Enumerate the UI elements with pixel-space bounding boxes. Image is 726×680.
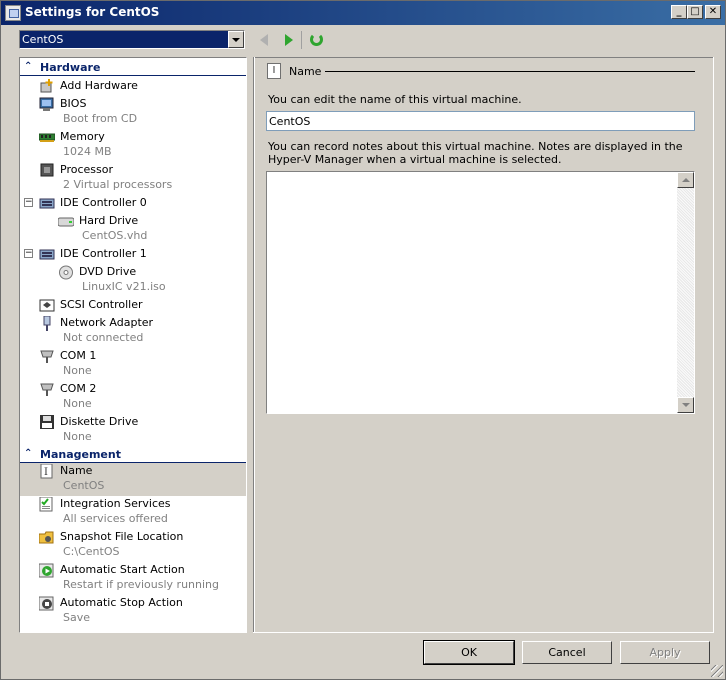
tree-item-com-2[interactable]: COM 2 None (20, 381, 246, 414)
hardware-section-header[interactable]: ⌃ Hardware (20, 60, 246, 76)
notes-scrollbar[interactable] (677, 172, 694, 413)
back-arrow-icon[interactable] (257, 32, 273, 48)
window-app-icon (5, 5, 21, 21)
start-action-icon (38, 563, 55, 578)
apply-button[interactable]: Apply (620, 641, 710, 664)
tree-item-name[interactable]: I Name CentOS (20, 463, 246, 496)
vm-selector-dropdown[interactable]: CentOS (19, 30, 245, 49)
tree-item-scsi-controller[interactable]: SCSI Controller (20, 297, 246, 315)
tree-item-memory[interactable]: Memory 1024 MB (20, 129, 246, 162)
detail-pane-border (253, 632, 714, 633)
tree-item-diskette-drive[interactable]: Diskette Drive None (20, 414, 246, 447)
tree-item-automatic-stop-action[interactable]: Automatic Stop Action Save (20, 595, 246, 628)
bios-icon (39, 97, 55, 112)
scsi-controller-icon (39, 298, 55, 313)
collapse-chevron-icon[interactable]: ⌃ (24, 61, 32, 72)
toolbar-separator (301, 31, 302, 49)
tree-item-automatic-start-action[interactable]: Automatic Start Action Restart if previo… (20, 562, 246, 595)
tree-item-network-adapter[interactable]: Network Adapter Not connected (20, 315, 246, 348)
scroll-up-icon[interactable] (677, 172, 694, 188)
ide-controller-icon (39, 196, 55, 211)
processor-icon (39, 163, 55, 178)
header-divider (325, 71, 695, 72)
vm-name-input[interactable] (266, 111, 695, 131)
detail-pane-border (253, 57, 714, 58)
chevron-down-icon[interactable] (228, 31, 244, 48)
tree-item-integration-services[interactable]: Integration Services All services offere… (20, 496, 246, 529)
stop-action-icon (38, 596, 55, 611)
collapse-chevron-icon[interactable]: ⌃ (24, 448, 32, 459)
resize-grip-icon[interactable] (711, 665, 723, 677)
refresh-icon[interactable] (309, 32, 325, 48)
tree-item-processor[interactable]: Processor 2 Virtual processors (20, 162, 246, 195)
notes-textarea[interactable] (266, 171, 695, 414)
settings-tree[interactable]: ⌃ Hardware Add Hardware BIOS Boot from C… (19, 57, 247, 633)
svg-text:I: I (44, 467, 48, 478)
detail-pane-border (254, 57, 255, 633)
name-hint-text: You can edit the name of this virtual ma… (268, 93, 522, 106)
tree-item-ide-controller-0[interactable]: − IDE Controller 0 (20, 195, 246, 213)
detail-pane-border (713, 57, 714, 633)
management-section-header[interactable]: ⌃ Management (20, 447, 246, 463)
tree-item-com-1[interactable]: COM 1 None (20, 348, 246, 381)
detail-header-title: Name (289, 65, 322, 78)
tree-item-bios[interactable]: BIOS Boot from CD (20, 96, 246, 129)
diskette-icon (39, 415, 55, 430)
name-icon: I (267, 63, 281, 79)
maximize-button[interactable]: □ (687, 5, 703, 19)
collapse-minus-icon[interactable]: − (24, 249, 33, 258)
collapse-minus-icon[interactable]: − (24, 198, 33, 207)
vm-selector-value: CentOS (22, 33, 64, 46)
ide-controller-icon (39, 247, 55, 262)
tree-item-snapshot-file-location[interactable]: Snapshot File Location C:\CentOS (20, 529, 246, 562)
hard-drive-icon (57, 214, 75, 229)
tree-item-ide-controller-1[interactable]: − IDE Controller 1 (20, 246, 246, 264)
window-title: Settings for CentOS (25, 5, 160, 19)
tree-item-hard-drive[interactable]: Hard Drive CentOS.vhd (20, 213, 246, 246)
snapshot-folder-icon (38, 530, 55, 545)
cancel-button[interactable]: Cancel (522, 641, 612, 664)
notes-hint-text: You can record notes about this virtual … (268, 140, 683, 166)
settings-window: Settings for CentOS _ □ ✕ CentOS ⌃ Hardw… (0, 0, 726, 680)
title-bar[interactable]: Settings for CentOS _ □ ✕ (1, 1, 725, 25)
add-hardware-icon (39, 79, 55, 94)
tree-item-add-hardware[interactable]: Add Hardware (20, 78, 246, 96)
close-button[interactable]: ✕ (705, 5, 721, 19)
name-icon: I (39, 463, 55, 479)
tree-item-dvd-drive[interactable]: DVD Drive LinuxIC v21.iso (20, 264, 246, 297)
network-adapter-icon (39, 315, 55, 331)
integration-services-icon (39, 496, 55, 512)
scroll-down-icon[interactable] (677, 397, 694, 413)
minimize-button[interactable]: _ (671, 5, 687, 19)
com-port-icon (39, 382, 55, 397)
memory-icon (38, 130, 56, 145)
forward-arrow-icon[interactable] (281, 32, 297, 48)
com-port-icon (39, 349, 55, 364)
dvd-drive-icon (58, 265, 74, 280)
ok-button[interactable]: OK (423, 640, 515, 665)
